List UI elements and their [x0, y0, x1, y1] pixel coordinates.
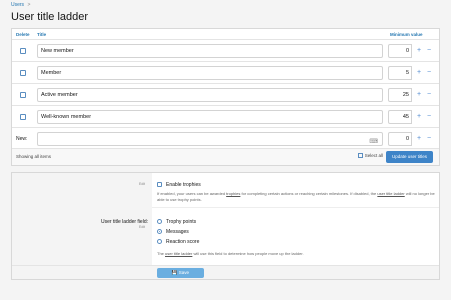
reaction-score-radio[interactable] [157, 239, 162, 244]
new-row-label: New: [16, 136, 28, 142]
increment-button[interactable]: + [414, 45, 424, 57]
header-minimum-value: Minimum value [390, 32, 423, 37]
trophy-points-radio[interactable] [157, 219, 162, 224]
ladder-options-panel: Edit User title ladder field: Edit Enabl… [11, 172, 440, 280]
messages-label[interactable]: Messages [166, 229, 189, 235]
minimum-value-input[interactable]: 5 [388, 66, 412, 80]
select-all-checkbox[interactable] [357, 153, 363, 158]
title-input[interactable]: Active member [37, 88, 383, 102]
save-icon: 💾 [171, 270, 178, 275]
header-delete: Delete [16, 32, 30, 37]
breadcrumb-link-users[interactable]: Users [11, 2, 24, 8]
ladder-footer: Showing all items Select all Update user… [12, 148, 439, 165]
new-title-input[interactable]: ⌨ [37, 132, 383, 146]
messages-radio[interactable] [157, 229, 162, 234]
save-bar: 💾 Save [12, 265, 439, 279]
minimum-value-input[interactable]: 0 [388, 44, 412, 58]
enable-trophies-description: If enabled, your users can be awarded tr… [157, 191, 435, 202]
showing-count: Showing all items [16, 154, 52, 159]
reaction-score-label[interactable]: Reaction score [166, 239, 199, 245]
minimum-value-input[interactable]: 45 [388, 110, 412, 124]
user-title-ladder-link[interactable]: user title ladder [377, 191, 404, 196]
new-ladder-row: New: ⌨ 0 + − [12, 127, 439, 149]
title-input[interactable]: Well-known member [37, 110, 383, 124]
increment-button[interactable]: + [414, 89, 424, 101]
ladder-field-hint: The user title ladder will use this fiel… [157, 251, 304, 256]
ladder-row: Member 5 + − [12, 61, 439, 83]
increment-button[interactable]: + [414, 111, 424, 123]
minimum-value-stepper: 5 + − [388, 66, 438, 80]
options-labels-column: Edit User title ladder field: Edit [12, 173, 152, 267]
enable-trophies-checkbox[interactable] [157, 182, 162, 187]
save-button-label: Save [178, 270, 190, 275]
header-title: Title [37, 32, 47, 37]
save-button[interactable]: 💾 Save [157, 268, 204, 278]
minimum-value-stepper: 45 + − [388, 110, 438, 124]
delete-checkbox[interactable] [20, 48, 26, 54]
trophy-points-label[interactable]: Trophy points [166, 219, 196, 225]
decrement-button[interactable]: − [424, 111, 434, 123]
page-title: User title ladder [11, 11, 89, 23]
decrement-button[interactable]: − [424, 133, 434, 145]
ladder-row: Well-known member 45 + − [12, 105, 439, 127]
breadcrumb-separator: > [27, 2, 31, 8]
update-user-titles-button[interactable]: Update user titles [386, 151, 433, 163]
minimum-value-input[interactable]: 25 [388, 88, 412, 102]
ladder-row: Active member 25 + − [12, 83, 439, 105]
delete-checkbox[interactable] [20, 92, 26, 98]
new-minimum-value-stepper: 0 + − [388, 132, 438, 146]
increment-button[interactable]: + [414, 133, 424, 145]
edit-link[interactable]: Edit [139, 182, 145, 186]
edit-link[interactable]: Edit [139, 225, 145, 229]
title-ladder-panel: Delete Title Minimum value New member 0 … [11, 28, 440, 166]
keyboard-icon[interactable]: ⌨ [369, 136, 378, 148]
decrement-button[interactable]: − [424, 45, 434, 57]
new-minimum-value-input[interactable]: 0 [388, 132, 412, 146]
title-input[interactable]: Member [37, 66, 383, 80]
delete-checkbox[interactable] [20, 114, 26, 120]
minimum-value-stepper: 0 + − [388, 44, 438, 58]
ladder-row: New member 0 + − [12, 39, 439, 61]
increment-button[interactable]: + [414, 67, 424, 79]
select-all-toggle[interactable]: Select all [357, 153, 383, 158]
title-input[interactable]: New member [37, 44, 383, 58]
decrement-button[interactable]: − [424, 89, 434, 101]
enable-trophies-label[interactable]: Enable trophies [166, 182, 201, 188]
decrement-button[interactable]: − [424, 67, 434, 79]
delete-checkbox[interactable] [20, 70, 26, 76]
trophies-link[interactable]: trophies [226, 191, 240, 196]
options-controls-column: Enable trophies If enabled, your users c… [152, 173, 439, 267]
ladder-header: Delete Title Minimum value [12, 29, 439, 37]
divider [152, 207, 439, 208]
select-all-label: Select all [364, 153, 383, 158]
breadcrumb: Users > [11, 2, 30, 8]
minimum-value-stepper: 25 + − [388, 88, 438, 102]
user-title-ladder-link[interactable]: user title ladder [165, 251, 192, 256]
